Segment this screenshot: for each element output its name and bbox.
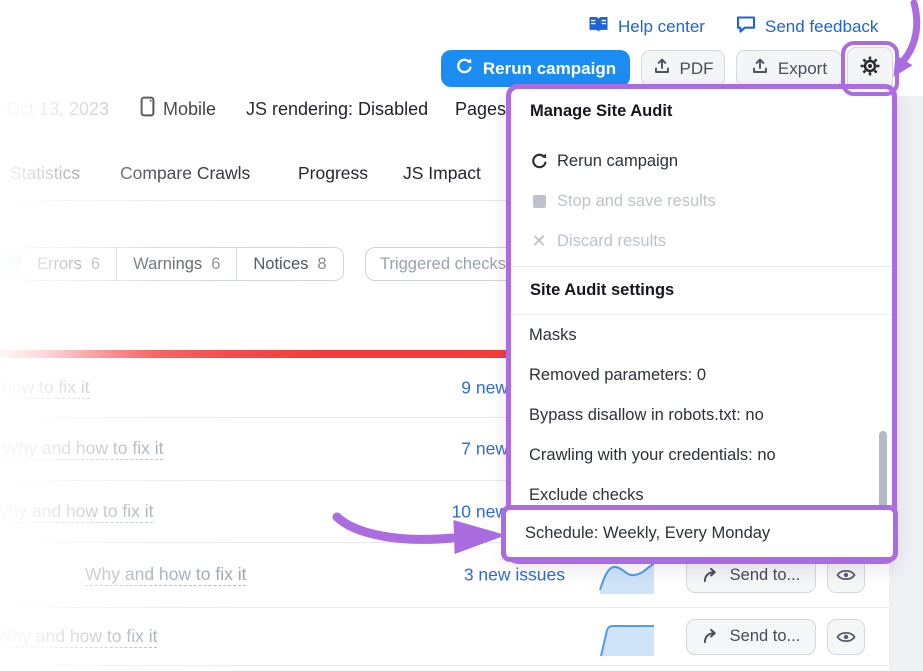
menu-section-title: Site Audit settings [530,281,674,300]
export-button[interactable]: Export [736,50,842,87]
eye-icon [836,568,856,582]
how-to-fix-link[interactable]: how to fix it [2,377,90,399]
arrow-to-gear [904,3,917,60]
mobile-phone-icon [140,96,155,122]
send-feedback-label: Send feedback [765,17,878,37]
how-to-fix-link[interactable]: Why and how to fix it [85,564,246,586]
menu-item-stop-and-save: Stop and save results [511,181,892,221]
trend-chart [598,616,656,658]
severity-filter-group: Errors6 Warnings6 Notices8 [20,247,344,281]
help-center-link[interactable]: Help center [588,15,705,39]
site-audit-page: Help center Send feedback Rerun campaign… [0,0,923,671]
speech-bubble-icon [736,15,756,39]
new-issues-count[interactable]: 3 new issues [464,565,565,586]
upload-icon [751,57,769,80]
menu-item-discard-results: ✕ Discard results [511,221,892,261]
help-center-label: Help center [618,17,705,37]
tab-js-impact[interactable]: JS Impact [403,163,481,184]
book-icon [588,15,609,39]
gear-icon [858,54,882,83]
pages-label: Pages [455,97,506,121]
refresh-icon [529,151,549,171]
filter-errors[interactable]: Errors6 [21,248,117,280]
view-issues-button[interactable] [827,619,865,655]
table-row: Why and how to fix it Send to... [0,608,890,666]
filter-notices[interactable]: Notices8 [237,248,342,280]
menu-scrollbar[interactable] [879,431,887,513]
new-issues-count[interactable]: 10 new [452,501,508,522]
pdf-export-button[interactable]: PDF [641,50,725,87]
menu-item-crawl-credentials[interactable]: Crawling with your credentials: no [511,435,892,475]
how-to-fix-link[interactable]: Why and how to fix it [0,501,153,523]
send-feedback-link[interactable]: Send feedback [736,15,878,39]
settings-dropdown-menu: Manage Site Audit Rerun campaign Stop an… [506,84,897,564]
eye-icon [836,630,856,644]
filter-warnings[interactable]: Warnings6 [117,248,237,280]
new-issues-count[interactable]: 9 new [461,377,508,398]
menu-item-removed-parameters[interactable]: Removed parameters: 0 [511,355,892,395]
send-to-button[interactable]: Send to... [686,619,816,655]
tab-statistics[interactable]: Statistics [10,163,80,184]
how-to-fix-link[interactable]: Why and how to fix it [0,626,157,648]
refresh-icon [455,57,474,81]
triggered-checks-filter[interactable]: Triggered checks [365,247,525,281]
x-icon: ✕ [529,231,549,251]
menu-item-rerun-campaign[interactable]: Rerun campaign [511,141,892,181]
menu-section-title: Manage Site Audit [530,102,672,121]
upload-icon [653,57,671,80]
menu-item-bypass-disallow[interactable]: Bypass disallow in robots.txt: no [511,395,892,435]
tab-progress[interactable]: Progress [298,163,368,184]
tab-compare-crawls[interactable]: Compare Crawls [120,163,250,184]
device-type: Mobile [140,97,216,121]
how-to-fix-link[interactable]: Why and how to fix it [2,438,163,460]
menu-divider [511,266,892,267]
stop-icon [529,191,549,211]
rerun-campaign-button[interactable]: Rerun campaign [441,50,630,87]
menu-item-schedule[interactable]: Schedule: Weekly, Every Monday [501,505,898,562]
crawl-date: Oct 13, 2023 [6,97,109,121]
menu-item-masks[interactable]: Masks [511,315,892,355]
js-rendering-status: JS rendering: Disabled [246,97,428,121]
new-issues-count[interactable]: 7 new [461,439,508,460]
